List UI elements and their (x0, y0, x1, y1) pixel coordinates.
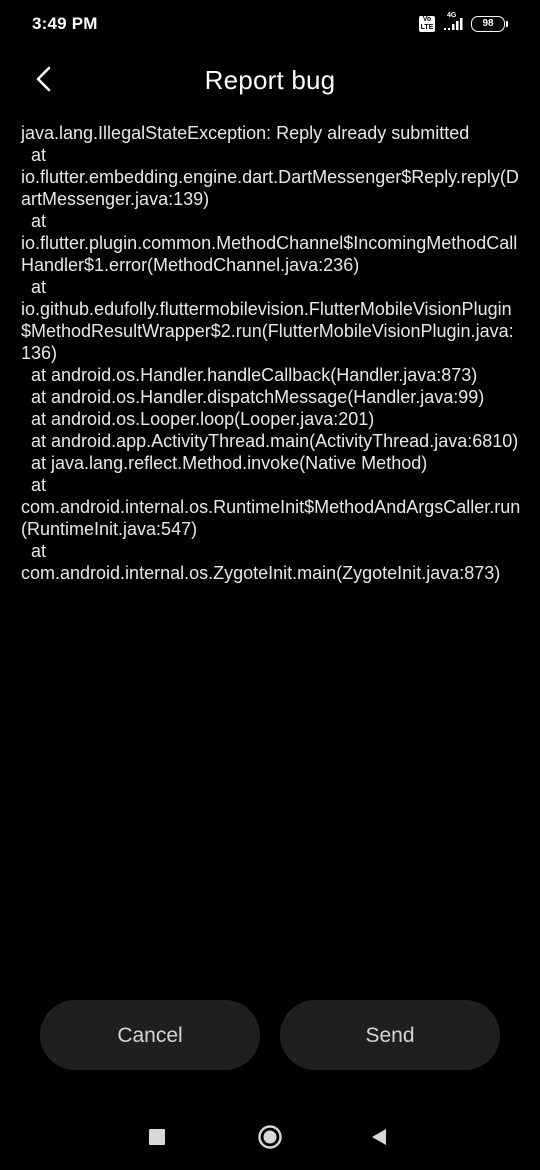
page-title: Report bug (204, 65, 336, 95)
battery-icon: 98 (471, 16, 508, 32)
battery-tip (506, 21, 508, 27)
status-time: 3:49 PM (32, 14, 98, 33)
battery-level: 98 (471, 16, 505, 32)
volte-icon: Vo LTE (419, 16, 435, 32)
status-icons: Vo LTE 4G 98 (419, 12, 508, 33)
volte-label: Vo LTE (420, 16, 434, 31)
bug-report-log: java.lang.IllegalStateException: Reply a… (21, 123, 521, 583)
status-bar: 3:49 PM Vo LTE 4G 98 (0, 0, 540, 48)
back-icon[interactable] (370, 1128, 388, 1146)
recents-icon[interactable] (149, 1129, 165, 1145)
home-icon[interactable] (257, 1124, 283, 1150)
cancel-button[interactable]: Cancel (40, 1000, 260, 1070)
signal-icon: 4G (441, 12, 465, 32)
app-header: Report bug (0, 52, 540, 110)
network-type-label: 4G (447, 12, 457, 19)
system-nav-bar (0, 1110, 540, 1166)
send-button[interactable]: Send (280, 1000, 500, 1070)
home-circle (258, 1125, 282, 1149)
back-triangle (372, 1129, 386, 1145)
